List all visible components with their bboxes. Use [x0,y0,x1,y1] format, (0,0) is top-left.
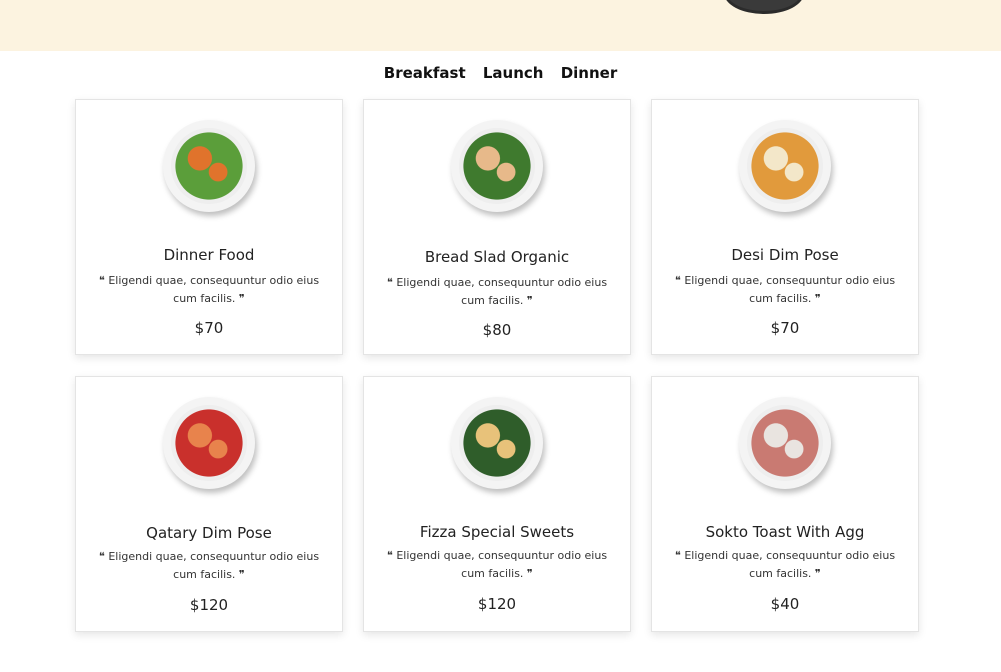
menu-card[interactable]: Desi Dim Pose ❝ Eligendi quae, consequun… [651,99,919,355]
dish-title: Dinner Food [163,246,255,264]
dish-description: ❝ Eligendi quae, consequuntur odio eius … [386,549,608,580]
menu-card[interactable]: Sokto Toast With Agg ❝ Eligendi quae, co… [651,376,919,632]
banner-dish-image [724,0,804,14]
dish-image [163,120,255,212]
dish-price: $70 [770,319,800,337]
dish-price: $40 [770,595,800,613]
dish-price: $120 [189,596,229,614]
dish-title: Fizza Special Sweets [419,523,575,541]
tab-launch[interactable]: Launch [483,64,544,82]
menu-card[interactable]: Dinner Food ❝ Eligendi quae, consequuntu… [75,99,343,355]
dish-description: ❝ Eligendi quae, consequuntur odio eius … [674,274,896,305]
tab-breakfast[interactable]: Breakfast [384,64,466,82]
menu-tabs: Breakfast Launch Dinner [0,64,1001,82]
menu-card[interactable]: Fizza Special Sweets ❝ Eligendi quae, co… [363,376,631,632]
dish-image [451,397,543,489]
dish-title: Sokto Toast With Agg [705,523,865,541]
dish-description: ❝ Eligendi quae, consequuntur odio eius … [674,549,896,580]
dish-description: ❝ Eligendi quae, consequuntur odio eius … [386,276,608,307]
dish-image [163,397,255,489]
dish-title: Qatary Dim Pose [146,524,272,542]
dish-image [739,120,831,212]
dish-image [739,397,831,489]
dish-price: $80 [482,321,512,339]
dish-description: ❝ Eligendi quae, consequuntur odio eius … [98,550,320,581]
menu-card[interactable]: Bread Slad Organic ❝ Eligendi quae, cons… [363,99,631,355]
dish-title: Desi Dim Pose [731,246,839,264]
tab-dinner[interactable]: Dinner [561,64,618,82]
menu-card[interactable]: Qatary Dim Pose ❝ Eligendi quae, consequ… [75,376,343,632]
dish-price: $120 [477,595,517,613]
dish-title: Bread Slad Organic [424,248,570,266]
dish-description: ❝ Eligendi quae, consequuntur odio eius … [98,274,320,305]
top-banner [0,0,1001,51]
dish-image [451,120,543,212]
dish-price: $70 [194,319,224,337]
